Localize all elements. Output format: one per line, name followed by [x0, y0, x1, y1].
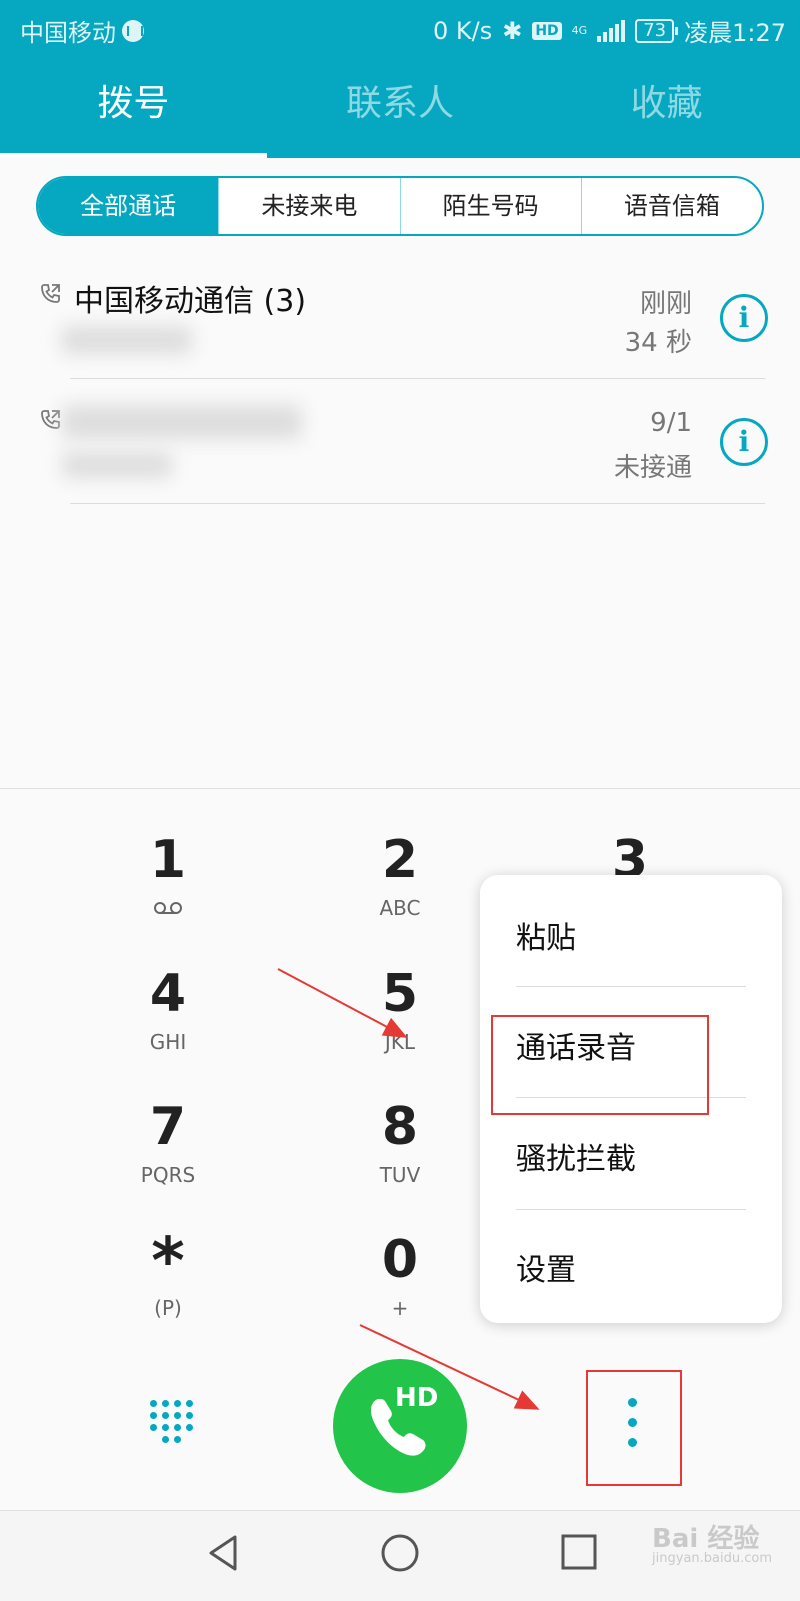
home-icon[interactable] [380, 1533, 420, 1573]
annotation-arrows [277, 968, 540, 1410]
back-icon[interactable] [205, 1533, 241, 1573]
watermark-brand: Bai 经验 [652, 1524, 760, 1554]
watermark: Bai 经验 jingyan.baidu.com [652, 1518, 772, 1566]
recents-icon[interactable] [560, 1533, 598, 1571]
watermark-url: jingyan.baidu.com [652, 1551, 772, 1566]
